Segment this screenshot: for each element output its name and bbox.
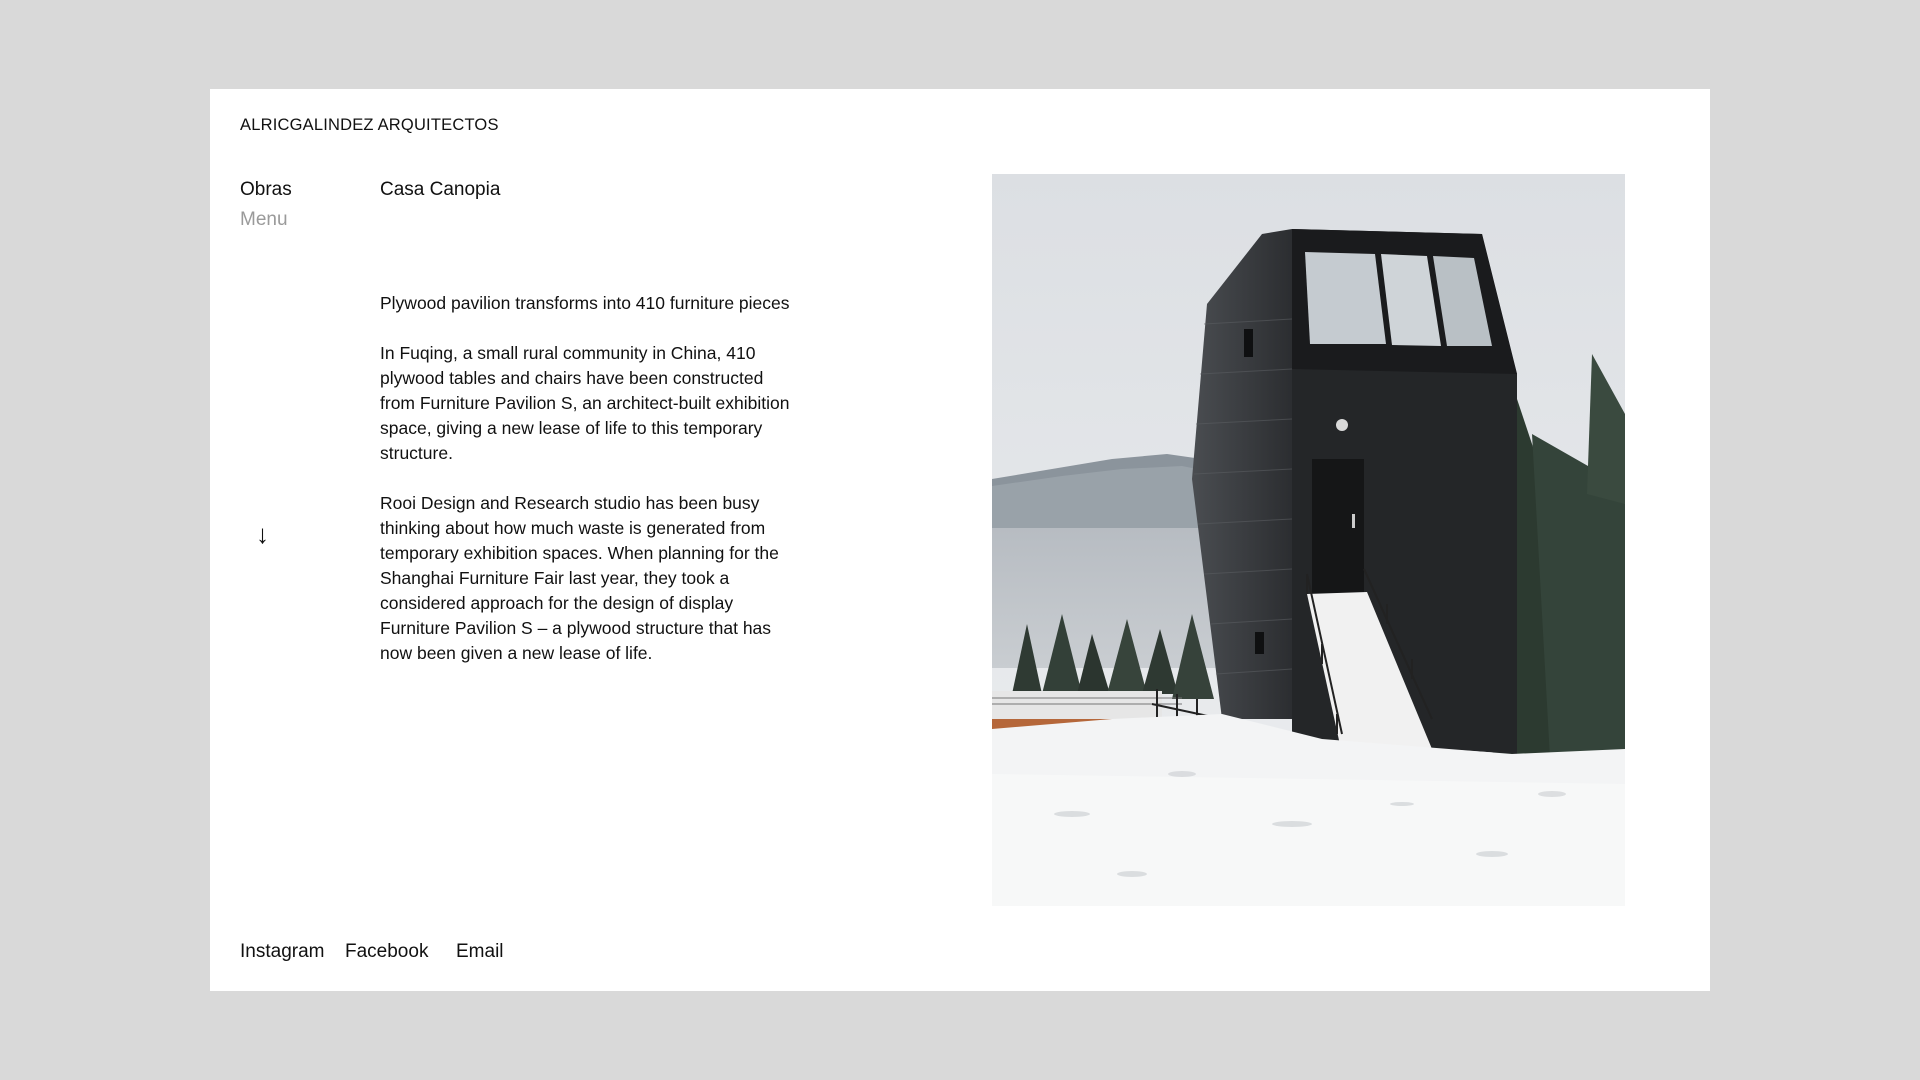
project-title: Casa Canopia — [380, 179, 501, 200]
brand-logo[interactable]: ALRICGALINDEZ ARQUITECTOS — [240, 116, 499, 135]
facebook-link[interactable]: Facebook — [345, 941, 428, 963]
project-photo — [992, 174, 1625, 906]
email-link[interactable]: Email — [456, 941, 504, 963]
description-headline: Plywood pavilion transforms into 410 fur… — [380, 293, 790, 313]
instagram-link[interactable]: Instagram — [240, 941, 324, 963]
description-paragraph: In Fuqing, a small rural community in Ch… — [380, 343, 790, 463]
description-paragraph: Rooi Design and Research studio has been… — [380, 493, 779, 663]
project-description: Plywood pavilion transforms into 410 fur… — [380, 291, 790, 691]
scroll-down-arrow-icon[interactable]: ↓ — [256, 521, 269, 547]
content-panel: ALRICGALINDEZ ARQUITECTOS Obras Menu Cas… — [210, 89, 1710, 991]
nav-menu-link[interactable]: Menu — [240, 209, 288, 231]
cabin-in-snow-image — [992, 174, 1625, 906]
nav-obras-link[interactable]: Obras — [240, 179, 292, 201]
